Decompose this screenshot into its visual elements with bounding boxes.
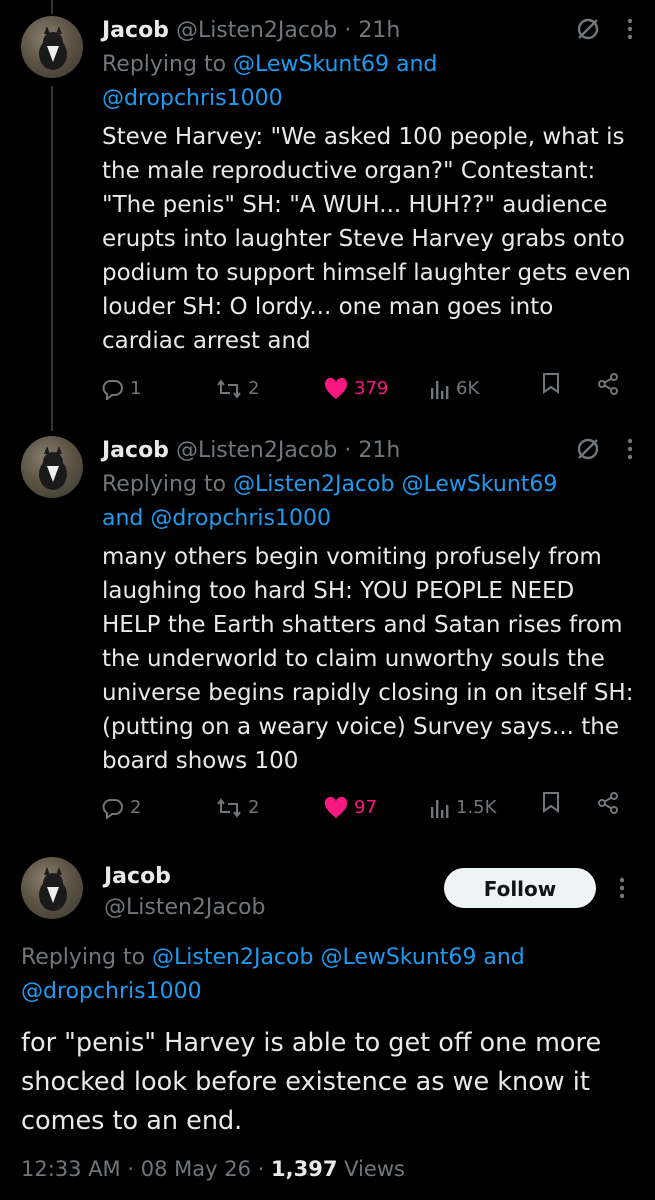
share-button[interactable] [596,372,620,396]
action-bar: 1 2 379 6K [102,372,632,406]
mention-link[interactable]: @LewSkunt69 and [233,52,437,77]
separator: · [257,1157,265,1181]
tweet-text: for "penis" Harvey is able to get off on… [21,1028,602,1136]
separator: · [344,18,352,43]
retweet-button[interactable]: 2 [216,372,259,406]
reply-icon [102,799,123,819]
replying-to: Replying to @Listen2Jacob @LewSkunt69 an… [102,468,622,536]
retweet-count: 2 [248,797,260,818]
separator: · [344,438,352,463]
display-name[interactable]: Jacob [102,438,169,463]
avatar[interactable] [21,857,83,919]
replying-to: Replying to @LewSkunt69 and @dropchris10… [102,48,622,116]
tweet-top-actions [575,436,633,466]
avatar[interactable] [21,436,83,498]
reply-icon [102,380,123,400]
tweet-text: Steve Harvey: "We asked 100 people, what… [102,124,631,354]
like-button[interactable]: 379 [324,372,388,406]
like-count: 379 [354,378,389,399]
handle[interactable]: @Listen2Jacob [104,893,265,923]
mention-link[interactable]: and @dropchris1000 [102,506,331,531]
more-icon[interactable] [627,438,633,464]
reply-button[interactable]: 2 [102,791,141,825]
like-button[interactable]: 97 [324,791,377,825]
mention-link[interactable]: @dropchris1000 [102,86,283,111]
timestamp[interactable]: 21h [358,18,400,43]
reply-count: 1 [130,378,142,399]
display-name[interactable]: Jacob [102,18,169,43]
views-count: 6K [456,378,480,399]
views-icon [431,381,449,399]
bookmark-icon [543,373,559,394]
tweet-meta: 12:33 AM · 08 May 26 · 1,397 Views [21,1152,405,1186]
share-button[interactable] [596,791,620,815]
thread-line-top [51,0,53,14]
replying-prefix: Replying to [102,52,227,77]
views-label: Views [344,1157,405,1181]
separator: · [127,1157,135,1181]
grok-icon[interactable] [575,436,601,466]
retweet-button[interactable]: 2 [216,791,259,825]
share-icon [598,373,618,395]
replying-prefix: Replying to [102,472,227,497]
follow-button[interactable]: Follow [444,868,596,908]
tweet-1[interactable]: Jacob @Listen2Jacob · 21h Replying to @L… [0,16,655,416]
views-count: 1,397 [271,1157,338,1181]
tweet-date[interactable]: 08 May 26 [141,1157,251,1181]
tweet-2[interactable]: Jacob @Listen2Jacob · 21h Replying to @L… [0,436,655,836]
heart-icon [324,378,348,399]
handle[interactable]: @Listen2Jacob [176,438,337,463]
tweet-time[interactable]: 12:33 AM [21,1157,121,1181]
action-bar: 2 2 97 1.5K [102,791,632,825]
mention-link[interactable]: @Listen2Jacob @LewSkunt69 [233,472,557,497]
replying-to: Replying to @Listen2Jacob @LewSkunt69 an… [21,941,641,1009]
retweet-icon [217,379,241,399]
timestamp[interactable]: 21h [358,438,400,463]
avatar[interactable] [21,16,83,78]
mention-link[interactable]: @dropchris1000 [21,979,202,1004]
retweet-count: 2 [248,378,260,399]
bookmark-icon [543,792,559,813]
views-button[interactable]: 1.5K [430,791,496,825]
display-name[interactable]: Jacob [104,862,171,892]
reply-button[interactable]: 1 [102,372,141,406]
tweet-text: many others begin vomiting profusely fro… [102,544,634,774]
more-icon[interactable] [619,877,625,903]
retweet-icon [217,798,241,818]
tweet-top-actions [575,16,633,46]
handle[interactable]: @Listen2Jacob [176,18,337,43]
tweet-header: Jacob @Listen2Jacob · 21h [102,16,400,46]
views-count: 1.5K [456,797,497,818]
grok-icon[interactable] [575,16,601,46]
heart-icon [324,797,348,818]
reply-count: 2 [130,797,142,818]
views-icon [431,800,449,818]
share-icon [598,792,618,814]
tweet-header: Jacob @Listen2Jacob · 21h [102,436,400,466]
bookmark-button[interactable] [542,372,560,394]
views-button[interactable]: 6K [430,372,479,406]
replying-prefix: Replying to [21,945,146,970]
bookmark-button[interactable] [542,791,560,813]
like-count: 97 [354,797,377,818]
more-icon[interactable] [627,18,633,44]
mention-link[interactable]: @Listen2Jacob @LewSkunt69 and [152,945,525,970]
